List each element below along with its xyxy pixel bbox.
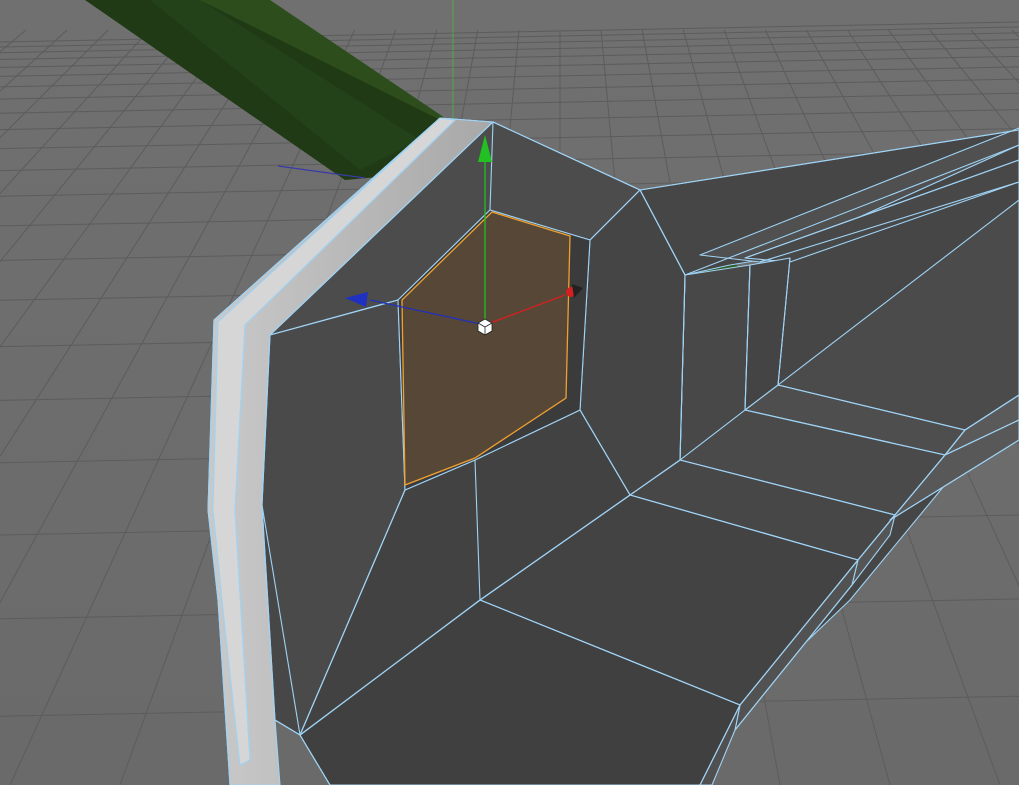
3d-viewport[interactable] <box>0 0 1019 785</box>
viewport-canvas[interactable] <box>0 0 1019 785</box>
pivot-cube-icon[interactable] <box>477 318 493 336</box>
